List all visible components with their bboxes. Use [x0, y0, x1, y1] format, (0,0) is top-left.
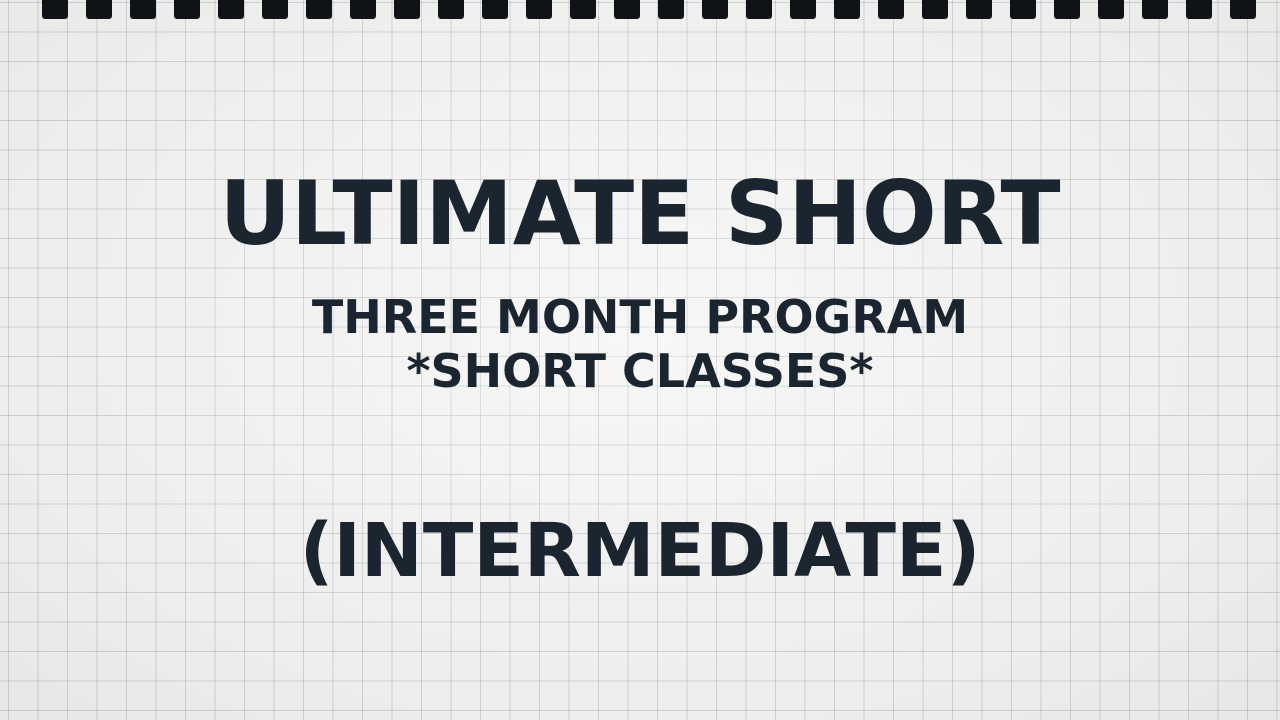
binding-hole-icon — [1230, 0, 1256, 19]
binding-hole-icon — [1010, 0, 1036, 19]
binding-hole-icon — [262, 0, 288, 19]
binding-hole-icon — [482, 0, 508, 19]
binding-hole-icon — [570, 0, 596, 19]
cover-level: (INTERMEDIATE) — [299, 508, 981, 594]
binding-hole-icon — [130, 0, 156, 19]
binding-hole-icon — [614, 0, 640, 19]
binding-hole-icon — [306, 0, 332, 19]
binding-hole-icon — [1054, 0, 1080, 19]
binding-hole-icon — [834, 0, 860, 19]
spiral-binding — [0, 0, 1280, 22]
binding-hole-icon — [394, 0, 420, 19]
binding-hole-icon — [1186, 0, 1212, 19]
binding-hole-icon — [42, 0, 68, 19]
cover-subtitle-program: THREE MONTH PROGRAM — [311, 290, 969, 344]
binding-hole-icon — [922, 0, 948, 19]
binding-hole-icon — [86, 0, 112, 19]
binding-hole-icon — [878, 0, 904, 19]
binding-hole-icon — [218, 0, 244, 19]
binding-hole-icon — [438, 0, 464, 19]
binding-hole-icon — [526, 0, 552, 19]
binding-hole-icon — [702, 0, 728, 19]
binding-hole-icon — [966, 0, 992, 19]
binding-hole-icon — [746, 0, 772, 19]
cover-subtitle-classes: *SHORT CLASSES* — [406, 344, 874, 398]
binding-hole-icon — [350, 0, 376, 19]
binding-hole-icon — [174, 0, 200, 19]
binding-hole-icon — [790, 0, 816, 19]
cover-title: ULTIMATE SHORT — [219, 162, 1061, 265]
binding-hole-icon — [1098, 0, 1124, 19]
binding-hole-icon — [1142, 0, 1168, 19]
binding-hole-icon — [658, 0, 684, 19]
